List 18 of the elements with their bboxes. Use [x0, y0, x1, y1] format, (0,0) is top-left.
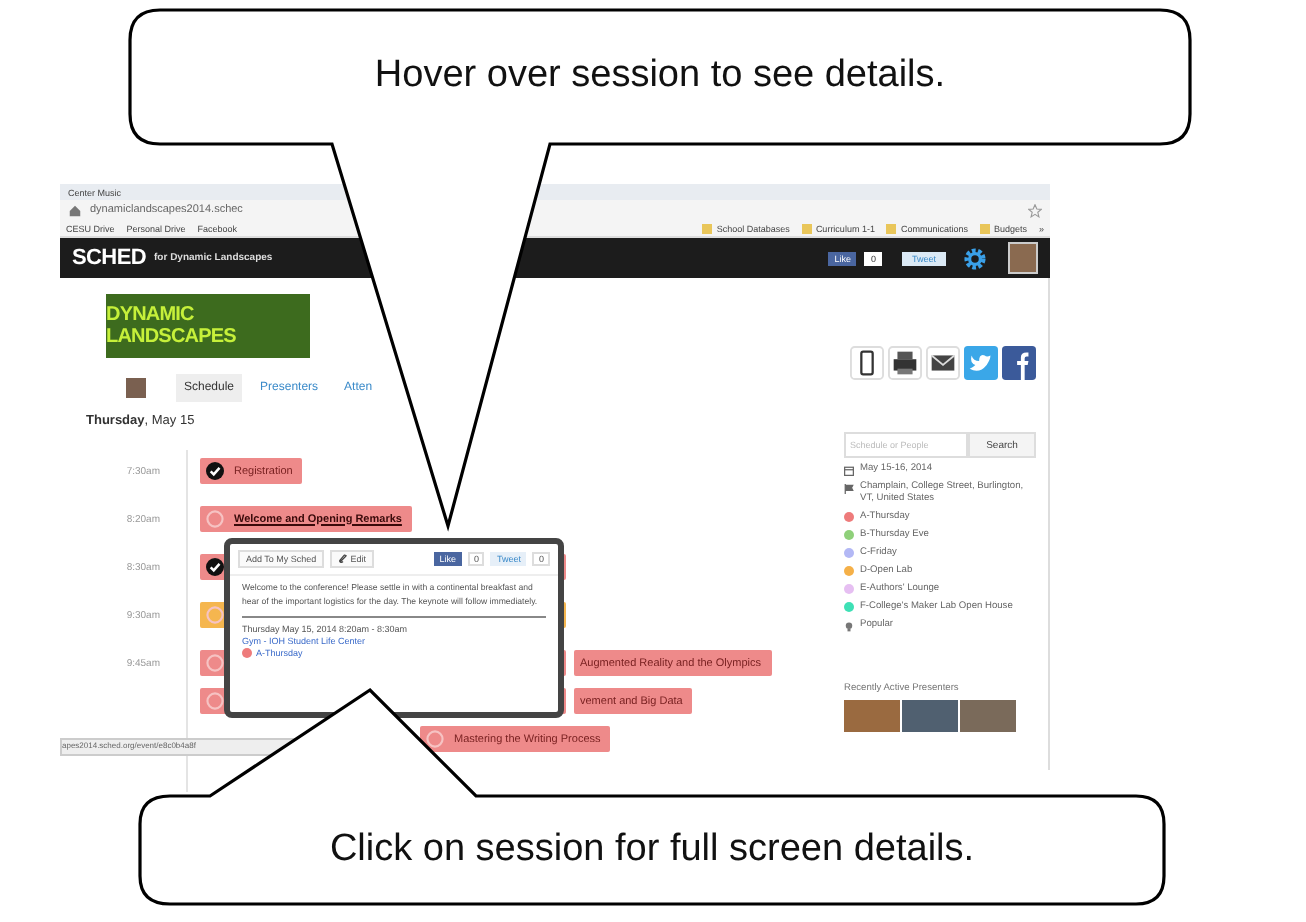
mail-icon[interactable]: [926, 346, 960, 380]
printer-icon[interactable]: [888, 346, 922, 380]
flag-icon: [844, 483, 854, 493]
calendar-icon: [844, 465, 854, 475]
avatar[interactable]: [1008, 242, 1038, 274]
callout-text: Hover over session to see details.: [372, 54, 948, 98]
checkmark-icon[interactable]: [206, 462, 224, 480]
avatar[interactable]: [126, 377, 146, 397]
phone-icon[interactable]: [850, 346, 884, 380]
callout-text: Click on session for full screen details.: [327, 828, 977, 872]
settings-icon[interactable]: [962, 245, 988, 271]
paperclip-icon: [338, 554, 349, 564]
site-logo: DYNAMIC LANDSCAPES: [106, 294, 310, 358]
star-icon[interactable]: [1028, 203, 1042, 217]
checkmark-icon[interactable]: [206, 558, 224, 576]
sched-logo[interactable]: SCHED: [72, 246, 147, 270]
lightbulb-icon: [844, 621, 854, 631]
facebook-icon[interactable]: [1002, 346, 1036, 380]
